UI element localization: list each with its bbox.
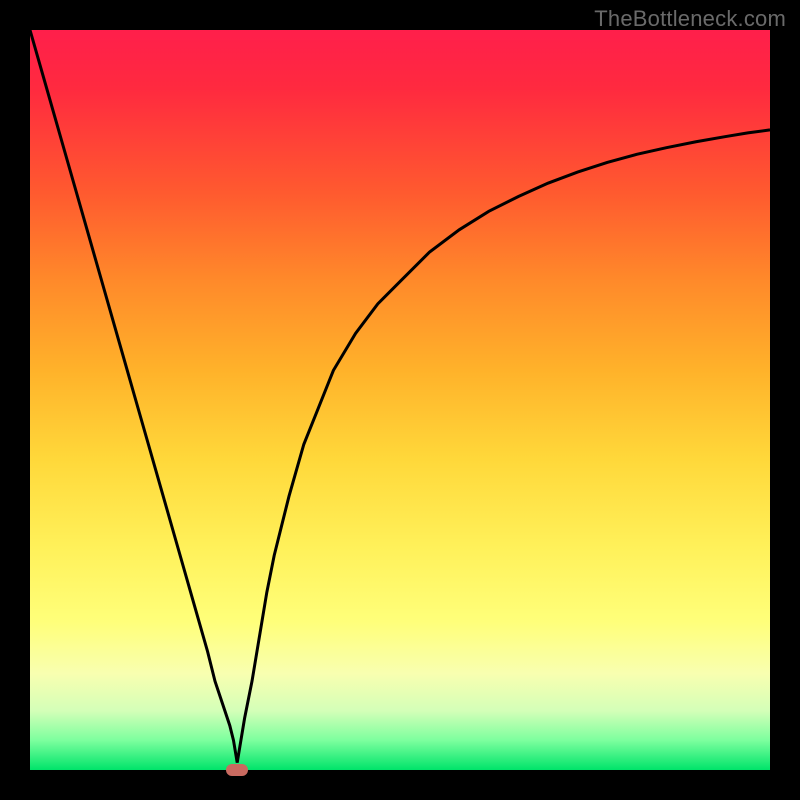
minimum-marker — [226, 764, 248, 776]
plot-area — [30, 30, 770, 770]
watermark-text: TheBottleneck.com — [594, 6, 786, 32]
curve-svg — [30, 30, 770, 770]
curve-line — [30, 30, 770, 763]
chart-frame: TheBottleneck.com — [0, 0, 800, 800]
